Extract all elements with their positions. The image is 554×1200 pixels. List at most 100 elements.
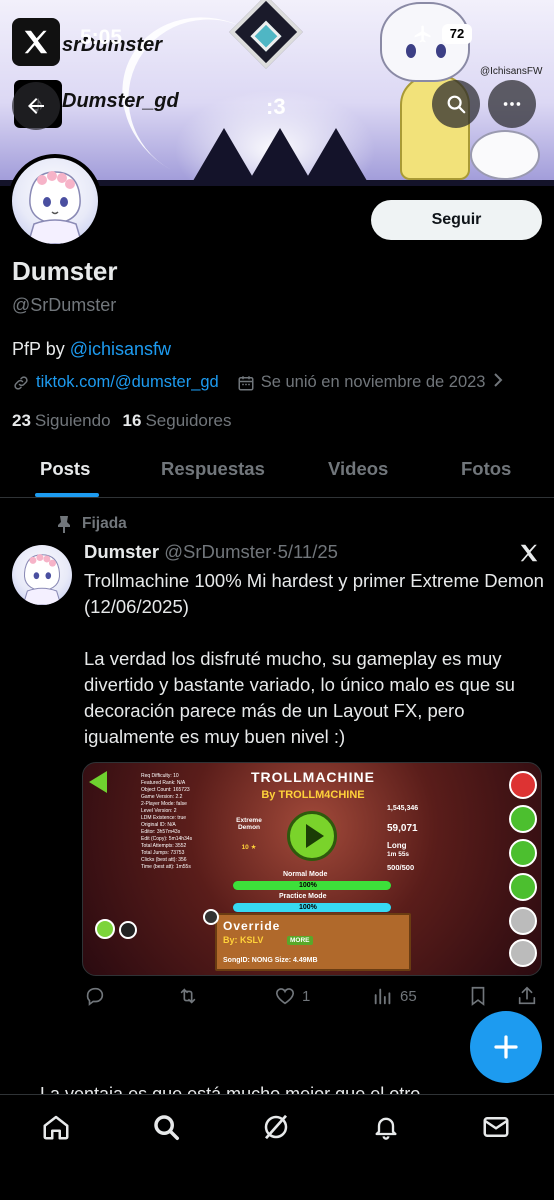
search-icon [447, 95, 466, 114]
calendar-icon [237, 374, 255, 392]
mail-icon [483, 1117, 509, 1137]
nav-grok[interactable] [258, 1109, 294, 1145]
profile-avatar[interactable] [8, 154, 102, 248]
tab-posts[interactable]: Posts [40, 440, 90, 498]
post-author-avatar[interactable] [12, 545, 72, 605]
gd-practice-mode-progress: 100% [299, 904, 317, 911]
followers-count: 16 [122, 411, 142, 430]
status-time: 5:05 [80, 26, 123, 49]
gd-coin-icon [95, 919, 115, 939]
following-count: 23 [12, 411, 31, 430]
airplane-icon [414, 25, 431, 43]
post-header: Dumster @SrDumster·5/11/25 [84, 541, 338, 563]
tab-videos[interactable]: Videos [328, 440, 388, 498]
character-eye [406, 44, 416, 58]
bio-text: PfP by [12, 339, 70, 359]
active-tab-indicator [35, 493, 99, 497]
gd-level-info: Req Difficulty: 10 Featured Rank: N/A Ob… [141, 773, 193, 870]
repost-icon [180, 988, 196, 1004]
pinned-label: Fijada [82, 515, 127, 532]
profile-display-name: Dumster [12, 256, 118, 286]
search-button[interactable] [432, 80, 480, 128]
gd-normal-mode-progress: 100% [299, 882, 317, 889]
profile-joined-date: Se unió en noviembre de 2023 [260, 373, 486, 391]
avatar-art [22, 554, 62, 605]
share-button[interactable] [516, 985, 538, 1007]
gd-downloads: 1,545,346 [387, 805, 419, 812]
banner-caption: :3 [266, 94, 286, 119]
more-options-button[interactable] [488, 80, 536, 128]
banner-art-credit: @IchisansFW [480, 66, 543, 77]
compose-post-button[interactable] [470, 1011, 542, 1083]
x-logo-icon [518, 542, 540, 569]
post-author-name[interactable]: Dumster [84, 541, 159, 562]
banner-tiktok-username: Dumster_gd [62, 90, 179, 112]
gd-difficulty: Extreme Demon [236, 817, 262, 831]
back-button[interactable] [12, 82, 60, 130]
gd-song-panel: Override By: KSLV MORE SongID: NONG Size… [215, 913, 411, 971]
followers-label: Seguidores [145, 411, 232, 430]
gd-face-icon [509, 939, 537, 967]
followers-stat[interactable]: 16 Seguidores [123, 411, 232, 431]
following-stat[interactable]: 23 Siguiendo [12, 411, 111, 431]
like-button[interactable]: 1 [274, 985, 310, 1007]
gd-length: Long [387, 841, 407, 850]
profile-handle: @SrDumster [12, 295, 117, 315]
pinned-indicator: Fijada [56, 515, 127, 533]
tab-replies[interactable]: Respuestas [161, 440, 265, 498]
gd-refresh-icon [509, 805, 537, 833]
profile-bio: PfP by @ichisansfw [12, 339, 171, 360]
tab-photos[interactable]: Fotos [461, 440, 511, 498]
repost-button[interactable] [176, 985, 206, 1007]
bell-icon [375, 1117, 397, 1140]
gd-practice-mode-label: Practice Mode [279, 893, 327, 900]
post-actions: 1 65 [84, 985, 544, 1011]
nav-notifications[interactable] [368, 1109, 404, 1145]
profile-tabs: Posts Respuestas Videos Fotos [0, 440, 554, 498]
gd-level-author: By TROLLM4CHINE [261, 789, 365, 801]
gd-song-author: By: KSLV [223, 935, 264, 945]
reply-button[interactable] [84, 985, 112, 1007]
character-tail [470, 130, 540, 180]
bio-mention-link[interactable]: @ichisansfw [70, 339, 171, 359]
gd-difficulty-stars: 10 ★ [241, 844, 257, 851]
gd-normal-mode-label: Normal Mode [283, 871, 328, 878]
gd-trophy-icon [509, 873, 537, 901]
gd-delete-icon [509, 771, 537, 799]
profile-stats: 23 Siguiendo 16 Seguidores [12, 411, 231, 431]
follow-button[interactable]: Seguir [371, 200, 542, 240]
views-chart-icon [374, 988, 391, 1005]
post-date[interactable]: 5/11/25 [278, 541, 338, 562]
search-icon [154, 1115, 179, 1140]
post-author-handle[interactable]: @SrDumster [164, 541, 271, 562]
like-count: 1 [302, 987, 311, 1005]
plus-icon [494, 1035, 518, 1059]
views-button[interactable]: 65 [372, 985, 417, 1007]
home-icon [43, 1115, 69, 1140]
battery-level: 72 [442, 24, 472, 44]
reply-icon [86, 987, 104, 1006]
bookmark-button[interactable] [468, 985, 488, 1007]
gd-skull-icon [119, 921, 137, 939]
gd-level-title: TROLLMACHINE [251, 769, 375, 785]
share-icon [518, 986, 536, 1005]
spike-icon [302, 128, 370, 186]
profile-website-link[interactable]: tiktok.com/@dumster_gd [36, 373, 219, 392]
gd-song-more: MORE [287, 936, 313, 945]
gd-length-time: 1m 55s [387, 851, 410, 858]
grok-icon [264, 1114, 288, 1140]
post-media-image[interactable]: Req Difficulty: 10 Featured Rank: N/A Ob… [82, 762, 542, 976]
gd-orbs: 500/500 [387, 863, 415, 872]
nav-search[interactable] [148, 1109, 184, 1145]
gd-likes: 59,071 [387, 823, 418, 834]
pin-icon [58, 516, 70, 533]
nav-messages[interactable] [478, 1109, 514, 1145]
x-logo-icon [12, 18, 60, 66]
gd-play-button-icon [287, 811, 337, 861]
nav-home[interactable] [38, 1109, 74, 1145]
avatar-art [27, 171, 83, 244]
post-text: Trollmachine 100% Mi hardest y primer Ex… [84, 570, 544, 747]
character-eye [436, 44, 446, 58]
bottom-navigation [0, 1094, 554, 1200]
chevron-right-icon[interactable] [493, 372, 503, 393]
